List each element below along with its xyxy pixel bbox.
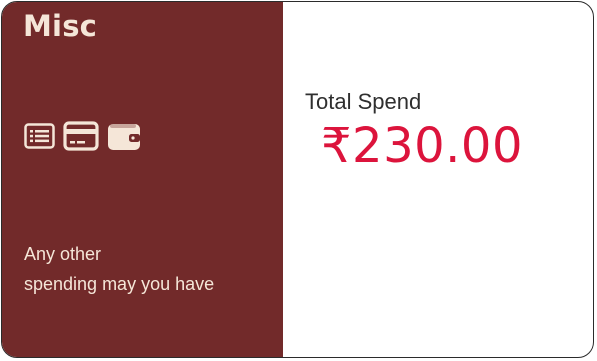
category-card[interactable]: Misc Any other spending may you have Tot… <box>1 1 594 358</box>
payment-icons <box>24 121 141 151</box>
category-description: Any other spending may you have <box>24 239 274 299</box>
total-spend-amount: ₹230.00 <box>321 118 523 174</box>
category-title: Misc <box>23 9 98 43</box>
description-line: spending may you have <box>24 274 215 294</box>
category-panel: Misc Any other spending may you have <box>2 2 283 357</box>
wallet-icon <box>107 121 141 151</box>
total-spend-label: Total Spend <box>305 89 422 114</box>
credit-card-icon <box>63 121 99 151</box>
description-line: Any other <box>24 244 102 264</box>
list-icon <box>24 123 55 149</box>
